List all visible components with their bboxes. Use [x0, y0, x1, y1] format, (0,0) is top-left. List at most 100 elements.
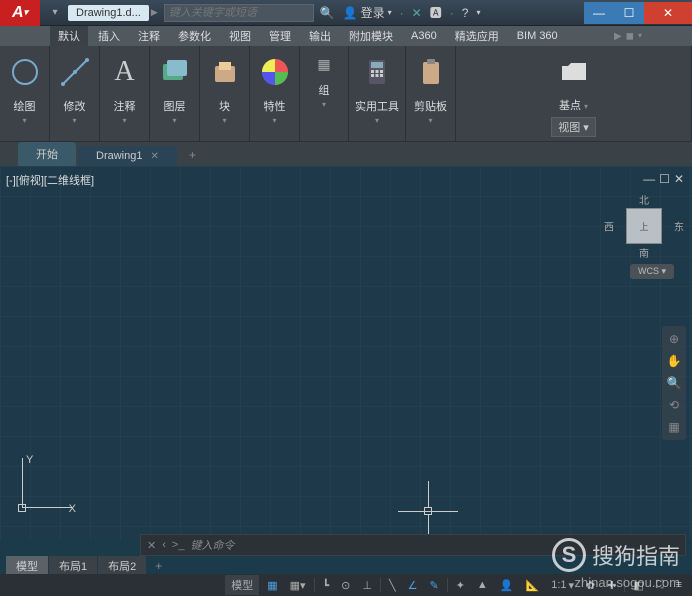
tab-view[interactable]: 视图	[221, 26, 259, 46]
status-workspace-icon[interactable]: ◧	[629, 579, 647, 592]
viewcube-east[interactable]: 东	[674, 219, 684, 234]
maximize-button[interactable]: ☐	[614, 2, 644, 24]
tab-addins[interactable]: 附加模块	[341, 26, 401, 46]
help-arrow-icon[interactable]: ▾	[476, 8, 480, 17]
vp-minimize-icon[interactable]: —	[643, 172, 655, 186]
viewcube-south[interactable]: 南	[639, 245, 649, 260]
panel-block[interactable]: 块 ▾	[200, 46, 250, 141]
qat-dropdown-icon[interactable]: ▾	[46, 4, 64, 22]
nav-orbit-icon[interactable]: ⟲	[669, 398, 679, 412]
cmd-close-icon[interactable]: ✕	[147, 539, 156, 552]
panel-basepoint[interactable]: 基点 ▾ 视图 ▾	[456, 46, 692, 141]
wcs-badge[interactable]: WCS ▾	[630, 264, 674, 279]
status-osnap-icon[interactable]: ╲	[385, 579, 400, 592]
status-anno-icon[interactable]: 👤	[496, 579, 518, 592]
filetab-start[interactable]: 开始	[18, 142, 76, 166]
binoculars-icon[interactable]: 🔍	[320, 6, 335, 20]
minimize-button[interactable]: —	[584, 2, 614, 24]
tab-parametric[interactable]: 参数化	[170, 26, 219, 46]
viewcube[interactable]: 上 北 南 东 西	[614, 196, 674, 256]
tab-scroll-icon[interactable]: ▶	[614, 31, 622, 42]
panel-label: 组	[319, 82, 330, 98]
status-grid-icon[interactable]: ▦	[263, 579, 281, 592]
layout-tab-model[interactable]: 模型	[6, 556, 48, 576]
panel-modify[interactable]: 修改 ▾	[50, 46, 100, 141]
layout-tab-1[interactable]: 布局1	[49, 556, 97, 576]
status-scale[interactable]: 1:1 ▾	[547, 579, 578, 592]
viewcube-north[interactable]: 北	[639, 192, 649, 207]
document-title[interactable]: Drawing1.d...	[68, 5, 149, 21]
status-transparency-icon[interactable]: ✦	[452, 579, 469, 592]
app-menu-button[interactable]: A▾	[0, 0, 40, 26]
status-add-icon[interactable]: ✚	[603, 579, 620, 592]
status-iso-icon[interactable]: ⊥	[358, 579, 376, 592]
status-customize-icon[interactable]: ≡	[672, 579, 686, 591]
tab-extras: ▶ ◼ ▾	[614, 31, 642, 42]
viewcube-west[interactable]: 西	[604, 219, 614, 234]
a-icon[interactable]: 🅰	[430, 4, 442, 21]
ribbon: 绘图 ▾ 修改 ▾ A 注释 ▾ 图层 ▾ 块 ▾ 特性 ▾ ▦ 组 ▾ 实用工…	[0, 46, 692, 142]
tab-bim360[interactable]: BIM 360	[509, 28, 566, 44]
status-model-button[interactable]: 模型	[225, 575, 259, 595]
cmd-chevron-icon[interactable]: ‹	[162, 539, 166, 551]
search-input[interactable]	[164, 4, 314, 22]
drawing-canvas[interactable]: [-][俯视][二维线框] — ☐ ✕ Y X 上 北 南 东 西 WCS ▾ …	[0, 166, 692, 540]
panel-label: 剪贴板	[414, 98, 447, 114]
tab-manage[interactable]: 管理	[261, 26, 299, 46]
status-gear-icon[interactable]: ✿	[582, 579, 599, 592]
cmd-input[interactable]: 键入命令	[190, 537, 679, 553]
panel-utilities[interactable]: 实用工具 ▾	[349, 46, 406, 141]
layout-add-button[interactable]: +	[147, 557, 170, 575]
close-button[interactable]: ✕	[644, 2, 692, 24]
nav-pan-icon[interactable]: ✋	[667, 354, 682, 368]
nav-wheel-icon[interactable]: ⊕	[669, 332, 679, 346]
panel-arrow-icon: ▾	[122, 116, 126, 125]
filetab-add-button[interactable]: +	[179, 144, 206, 166]
panel-arrow-icon: ▾	[172, 116, 176, 125]
view-sub-panel[interactable]: 视图 ▾	[551, 117, 596, 137]
tab-default[interactable]: 默认	[50, 26, 88, 46]
tab-insert[interactable]: 插入	[90, 26, 128, 46]
status-ortho-icon[interactable]: ┗	[319, 579, 334, 592]
nav-showmotion-icon[interactable]: ▦	[668, 420, 679, 434]
nav-zoom-icon[interactable]: 🔍	[667, 376, 682, 390]
status-otrack-icon[interactable]: ∠	[404, 579, 422, 592]
tab-featured[interactable]: 精选应用	[447, 26, 507, 46]
command-line[interactable]: ✕ ‹ >_ 键入命令	[140, 534, 686, 556]
status-snap-icon[interactable]: ▦▾	[286, 579, 310, 592]
vp-close-icon[interactable]: ✕	[674, 172, 684, 186]
filetab-close-icon[interactable]: ✕	[150, 151, 158, 162]
exchange-icon[interactable]: ✕	[412, 6, 422, 20]
status-clean-icon[interactable]: ⛶	[652, 579, 668, 592]
tab-output[interactable]: 输出	[301, 26, 339, 46]
tab-annotate[interactable]: 注释	[130, 26, 168, 46]
ucs-icon[interactable]: Y X	[12, 458, 72, 518]
status-annoscale-icon[interactable]: 📐	[522, 579, 544, 592]
status-polar-icon[interactable]: ⊙	[337, 579, 354, 592]
status-lineweight-icon[interactable]: ✎	[425, 579, 442, 592]
tab-a360[interactable]: A360	[403, 28, 445, 44]
panel-draw[interactable]: 绘图 ▾	[0, 46, 50, 141]
tab-minimize-icon[interactable]: ◼	[626, 31, 634, 42]
layout-tab-2[interactable]: 布局2	[98, 556, 146, 576]
viewcube-face[interactable]: 上	[626, 208, 662, 244]
filetab-drawing1[interactable]: Drawing1 ✕	[78, 146, 177, 166]
viewport-label[interactable]: [-][俯视][二维线框]	[6, 172, 94, 188]
tab-minimize-arrow-icon[interactable]: ▾	[638, 31, 642, 42]
panel-annotate[interactable]: A 注释 ▾	[100, 46, 150, 141]
panel-layers[interactable]: 图层 ▾	[150, 46, 200, 141]
app-icon-letter: A	[12, 4, 24, 22]
panel-properties[interactable]: 特性 ▾	[250, 46, 300, 141]
panel-arrow-icon: ▾	[428, 116, 432, 125]
doc-title-arrow-icon[interactable]: ▶	[151, 7, 158, 18]
panel-clipboard[interactable]: 剪贴板 ▾	[406, 46, 456, 141]
vp-maximize-icon[interactable]: ☐	[659, 172, 670, 186]
login-button[interactable]: 👤 登录 ▾	[343, 4, 392, 21]
panel-arrow-icon: ▾	[72, 116, 76, 125]
titlebar: A▾ ▾ Drawing1.d... ▶ 🔍 👤 登录 ▾ · ✕ 🅰 · ? …	[0, 0, 692, 26]
help-icon[interactable]: ?	[462, 6, 469, 20]
panel-group[interactable]: ▦ 组 ▾	[300, 46, 349, 141]
layers-icon	[157, 54, 193, 90]
status-cycle-icon[interactable]: ▲	[473, 579, 492, 591]
group-icon: ▦	[306, 54, 342, 74]
